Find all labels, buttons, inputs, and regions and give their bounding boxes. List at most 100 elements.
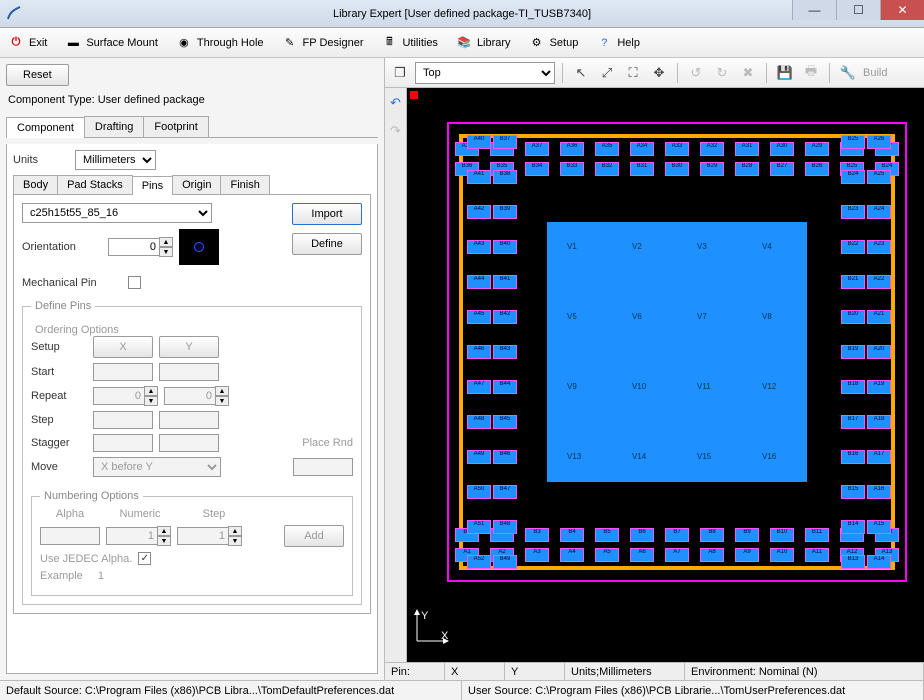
pad: B16 (841, 450, 865, 464)
gear-icon: ⚙ (529, 35, 545, 51)
power-icon: ⏻ (8, 35, 24, 51)
orientation-up[interactable]: ▲ (159, 237, 173, 247)
define-button[interactable]: Define (292, 233, 362, 255)
pad: B6 (630, 528, 654, 542)
app-status-bar: Default Source: C:\Program Files (x86)\P… (0, 680, 924, 700)
start-y-input (159, 363, 219, 381)
pad: A22 (867, 275, 891, 289)
setup-menu[interactable]: ⚙ Setup (529, 35, 579, 51)
layers-icon[interactable]: ❐ (389, 62, 411, 84)
subtab-padstacks[interactable]: Pad Stacks (57, 175, 133, 194)
pad: A24 (867, 205, 891, 219)
pad: A16 (867, 485, 891, 499)
pad: A29 (805, 142, 829, 156)
close-button[interactable]: ✕ (880, 0, 924, 20)
redo-icon[interactable]: ↷ (385, 120, 407, 142)
import-button[interactable]: Import (292, 203, 362, 225)
pad: A46 (467, 345, 491, 359)
pad: B41 (493, 275, 517, 289)
print-icon[interactable]: 🖶 (800, 62, 822, 84)
pcb-viewer[interactable]: A39B36B1A1A38B35B2A2A37B34B3A3A36B33B4A4… (407, 88, 924, 662)
pad: A31 (735, 142, 759, 156)
stagger-x-input (93, 434, 153, 452)
tab-drafting[interactable]: Drafting (84, 116, 145, 137)
save-icon[interactable]: 💾 (774, 62, 796, 84)
pad: B27 (770, 162, 794, 176)
pad: A3 (525, 548, 549, 562)
calc-icon: 🖩 (381, 35, 397, 51)
pad: A25 (867, 170, 891, 184)
delete-icon[interactable]: ✖ (737, 62, 759, 84)
tab-footprint[interactable]: Footprint (143, 116, 208, 137)
svg-text:X: X (441, 630, 449, 642)
undo-icon[interactable]: ↶ (385, 92, 407, 114)
through-hole-menu[interactable]: ◉ Through Hole (176, 35, 264, 51)
rotate-ccw-icon[interactable]: ↺ (685, 62, 707, 84)
pad: B43 (493, 345, 517, 359)
build-label: Build (863, 67, 887, 79)
component-type-line: Component Type: User defined package (6, 92, 378, 110)
pad-preview (179, 229, 219, 265)
exit-button[interactable]: ⏻ Exit (8, 35, 47, 51)
books-icon: 📚 (456, 35, 472, 51)
via-label: V16 (762, 452, 776, 461)
zoom-icon[interactable]: ⛶ (622, 62, 644, 84)
pad: B11 (805, 528, 829, 542)
subtab-pins[interactable]: Pins (132, 176, 173, 195)
orientation-input[interactable] (108, 238, 160, 256)
subtab-body[interactable]: Body (13, 175, 58, 194)
pan-icon[interactable]: ✥ (648, 62, 670, 84)
pad: A23 (867, 240, 891, 254)
pad: B23 (841, 205, 865, 219)
via-label: V14 (632, 452, 646, 461)
orientation-down[interactable]: ▼ (159, 247, 173, 257)
minimize-button[interactable]: — (792, 0, 836, 20)
maximize-button[interactable]: ☐ (836, 0, 880, 20)
left-panel: Reset Component Type: User defined packa… (0, 58, 385, 680)
help-menu[interactable]: ? Help (596, 35, 640, 51)
die-area (547, 222, 807, 482)
pad: B26 (805, 162, 829, 176)
rotate-cw-icon[interactable]: ↻ (711, 62, 733, 84)
orientation-label: Orientation (22, 241, 102, 253)
pad: B29 (700, 162, 724, 176)
fp-designer-menu[interactable]: ✎ FP Designer (282, 35, 364, 51)
subtab-finish[interactable]: Finish (220, 175, 269, 194)
tab-component[interactable]: Component (6, 117, 85, 138)
jedec-checkbox: ✓ (138, 552, 151, 565)
pad: B13 (841, 555, 865, 569)
utilities-menu[interactable]: 🖩 Utilities (381, 35, 437, 51)
surface-mount-menu[interactable]: ▬ Surface Mount (65, 35, 158, 51)
reset-button[interactable]: Reset (6, 64, 69, 86)
units-select[interactable]: Millimeters (75, 150, 156, 170)
pad: B25 (841, 135, 865, 149)
mechanical-pin-checkbox[interactable] (128, 276, 141, 289)
pointer-icon[interactable]: ↖ (570, 62, 592, 84)
origin-marker (410, 91, 418, 99)
pad: A33 (665, 142, 689, 156)
pad: A51 (467, 520, 491, 534)
pad: B42 (493, 310, 517, 324)
pad: B20 (841, 310, 865, 324)
pad: A4 (560, 548, 584, 562)
pad: A8 (700, 548, 724, 562)
step-y-input (159, 411, 219, 429)
fit-icon[interactable]: ⤢ (596, 62, 618, 84)
hole-icon: ◉ (176, 35, 192, 51)
build-icon[interactable]: 🔧 (837, 62, 859, 84)
step-x-input (93, 411, 153, 429)
pad: A11 (805, 548, 829, 562)
pad: B14 (841, 520, 865, 534)
pad: B40 (493, 240, 517, 254)
subtab-origin[interactable]: Origin (172, 175, 221, 194)
pad: A36 (560, 142, 584, 156)
pad: A52 (467, 555, 491, 569)
library-menu[interactable]: 📚 Library (456, 35, 511, 51)
via-label: V15 (697, 452, 711, 461)
pad: B31 (630, 162, 654, 176)
pad: A43 (467, 240, 491, 254)
layer-select[interactable]: Top (415, 62, 555, 84)
pad: A44 (467, 275, 491, 289)
pin-shape-select[interactable]: c25h15t55_85_16 (22, 203, 212, 223)
num-step-input (177, 527, 229, 545)
